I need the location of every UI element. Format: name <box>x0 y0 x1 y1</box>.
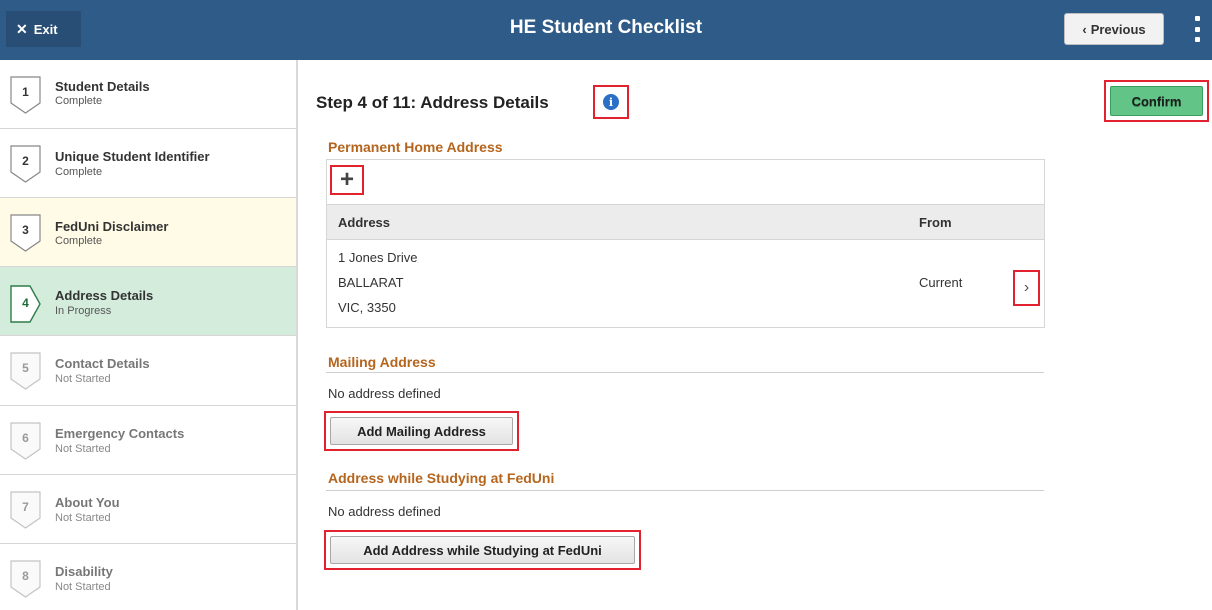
grid-header: Address From <box>327 204 1044 240</box>
sidebar-step-emergency-contacts: 6 Emergency Contacts Not Started <box>0 406 296 475</box>
sidebar-step-about-you: 7 About You Not Started <box>0 475 296 544</box>
sidebar-step-feduni-disclaimer[interactable]: 3 FedUni Disclaimer Complete <box>0 198 296 267</box>
step-badge: 3 <box>10 214 41 252</box>
header-bar: ✕ Exit HE Student Checklist ‹ Previous <box>0 0 1212 60</box>
step-number: 5 <box>22 361 29 375</box>
divider <box>326 372 1044 373</box>
step-badge: 2 <box>10 145 41 183</box>
permanent-address-grid: + Address From 1 Jones Drive BALLARAT VI… <box>326 159 1045 328</box>
info-icon: i <box>603 94 619 110</box>
previous-button[interactable]: ‹ Previous <box>1064 13 1164 45</box>
step-status: Complete <box>55 95 103 107</box>
step-title: Step 4 of 11: Address Details <box>316 93 549 112</box>
step-name: Unique Student Identifier <box>55 149 210 164</box>
step-badge-current: 4 <box>10 285 41 323</box>
address-from-value: Current <box>919 275 963 290</box>
step-number: 7 <box>22 500 29 514</box>
step-status: Not Started <box>55 512 111 524</box>
sidebar-step-disability: 8 Disability Not Started <box>0 544 296 610</box>
confirm-button[interactable]: Confirm <box>1110 86 1203 116</box>
step-badge: 6 <box>10 422 41 460</box>
info-button[interactable]: i <box>593 85 629 119</box>
chevron-right-icon: › <box>1023 279 1030 296</box>
address-row-detail-button[interactable]: › <box>1013 270 1040 306</box>
sidebar-step-unique-student-identifier[interactable]: 2 Unique Student Identifier Complete <box>0 129 296 198</box>
previous-label: Previous <box>1090 21 1146 37</box>
address-line-1: 1 Jones Drive <box>338 250 418 265</box>
step-number: 2 <box>22 154 29 168</box>
step-name: Contact Details <box>55 356 150 371</box>
sidebar-step-contact-details: 5 Contact Details Not Started <box>0 336 296 406</box>
column-header-from: From <box>919 215 952 230</box>
step-name: Disability <box>55 564 113 579</box>
add-mailing-highlight: Add Mailing Address <box>324 411 519 451</box>
plus-icon: + <box>339 166 354 193</box>
chevron-left-icon: ‹ <box>1082 21 1087 37</box>
confirm-highlight: Confirm <box>1104 80 1209 122</box>
mailing-address-heading: Mailing Address <box>328 354 436 370</box>
more-options-icon[interactable] <box>1187 14 1207 44</box>
step-status: Not Started <box>55 373 111 385</box>
sidebar-step-address-details[interactable]: 4 Address Details In Progress <box>0 267 296 336</box>
add-studying-address-button[interactable]: Add Address while Studying at FedUni <box>330 536 635 564</box>
step-status: Not Started <box>55 581 111 593</box>
sidebar-step-student-details[interactable]: 1 Student Details Complete <box>0 60 296 129</box>
add-studying-highlight: Add Address while Studying at FedUni <box>324 530 641 570</box>
step-number: 6 <box>22 431 29 445</box>
step-badge: 8 <box>10 560 41 598</box>
step-status: Complete <box>55 166 103 178</box>
step-status: Complete <box>55 235 103 247</box>
divider <box>326 490 1044 491</box>
step-name: Address Details <box>55 288 154 303</box>
address-line-3: VIC, 3350 <box>338 300 396 315</box>
step-name: Emergency Contacts <box>55 426 185 441</box>
mailing-empty-text: No address defined <box>328 386 441 401</box>
step-number: 4 <box>22 296 29 310</box>
step-number: 8 <box>22 569 29 583</box>
step-status: Not Started <box>55 443 111 455</box>
step-badge: 7 <box>10 491 41 529</box>
studying-address-heading: Address while Studying at FedUni <box>328 470 555 486</box>
step-number: 3 <box>22 223 29 237</box>
step-status: In Progress <box>55 305 112 317</box>
step-number: 1 <box>22 85 29 99</box>
studying-empty-text: No address defined <box>328 504 441 519</box>
add-address-button[interactable]: + <box>330 165 364 195</box>
step-name: FedUni Disclaimer <box>55 219 169 234</box>
permanent-address-heading: Permanent Home Address <box>328 139 503 155</box>
page-header-title: HE Student Checklist <box>509 17 703 38</box>
add-mailing-address-button[interactable]: Add Mailing Address <box>330 417 513 445</box>
step-name: Student Details <box>55 79 150 94</box>
step-badge: 1 <box>10 76 41 114</box>
column-header-address: Address <box>338 215 391 230</box>
step-sidebar: 1 Student Details Complete 2 Unique Stud… <box>0 60 298 610</box>
step-name: About You <box>55 495 120 510</box>
address-line-2: BALLARAT <box>338 275 404 290</box>
step-badge: 5 <box>10 352 41 390</box>
